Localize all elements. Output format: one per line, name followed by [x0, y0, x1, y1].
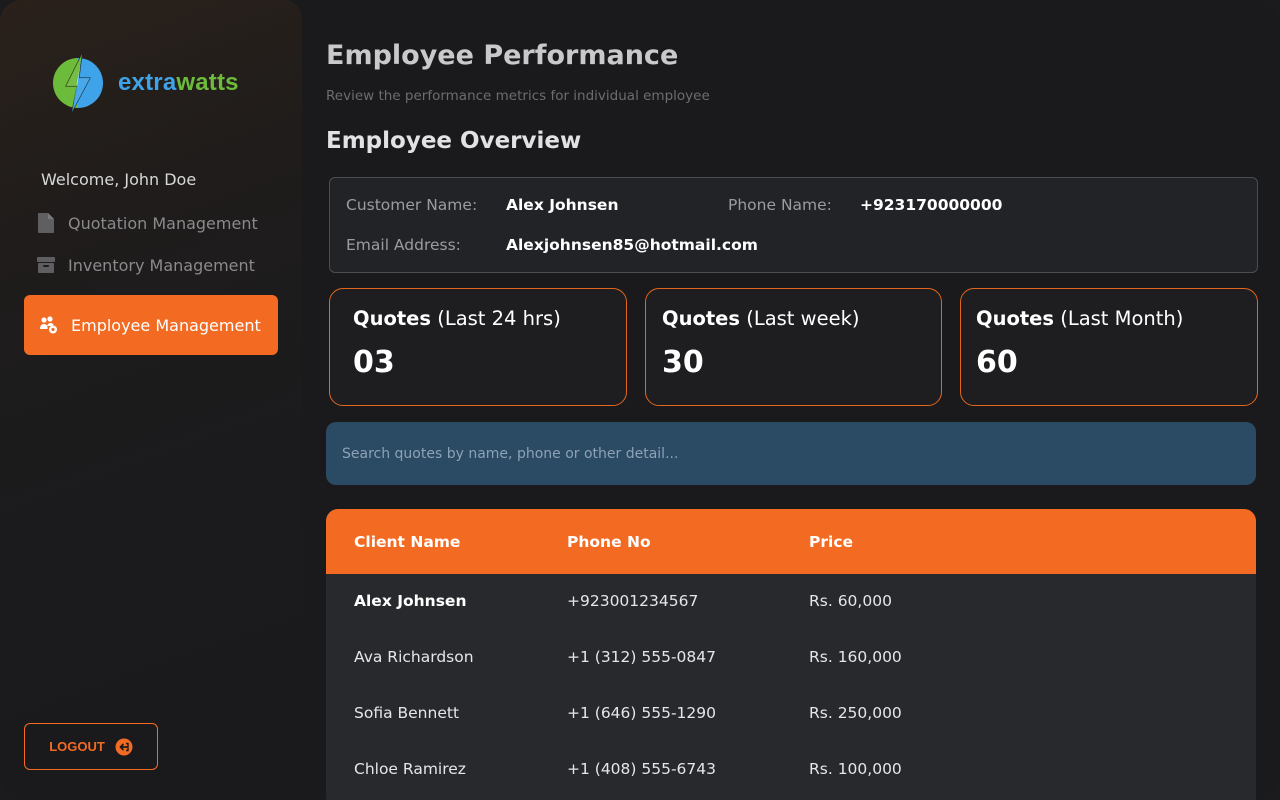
column-header-phone-no[interactable]: Phone No: [567, 533, 651, 551]
stat-value: 30: [662, 345, 704, 380]
stat-label-bold: Quotes: [662, 307, 741, 330]
table-row[interactable]: Chloe Ramirez +1 (408) 555-6743 Rs. 100,…: [326, 760, 1256, 800]
search-input[interactable]: [326, 422, 1256, 485]
column-header-client-name[interactable]: Client Name: [354, 533, 460, 551]
phone-cell: +1 (408) 555-6743: [567, 760, 717, 778]
column-header-price[interactable]: Price: [809, 533, 853, 551]
phone-cell: +1 (312) 555-0847: [567, 648, 717, 666]
client-name-cell: Sofia Bennett: [354, 704, 460, 722]
sidebar-item-label: Employee Management: [71, 315, 261, 335]
brand-name: extrawatts: [118, 69, 239, 97]
stat-label: Quotes (Last week): [662, 307, 860, 330]
sidebar-item-label: Quotation Management: [68, 213, 258, 233]
phone-label: Phone Name:: [728, 196, 832, 214]
table-header: Client Name Phone No Price: [326, 509, 1256, 574]
sidebar: extrawatts Welcome, John Doe Quotation M…: [0, 0, 302, 800]
stat-card-last-month: Quotes (Last Month) 60: [960, 288, 1258, 406]
stat-label: Quotes (Last Month): [976, 307, 1183, 330]
price-cell: Rs. 160,000: [809, 648, 902, 666]
lightning-bolt-icon: [53, 53, 103, 113]
stat-card-last-24-hrs: Quotes (Last 24 hrs) 03: [329, 288, 627, 406]
brand-name-part1: extra: [118, 69, 177, 96]
stat-label: Quotes (Last 24 hrs): [353, 307, 561, 330]
stat-label-period: (Last 24 hrs): [437, 307, 561, 330]
stat-value: 03: [353, 345, 395, 380]
stat-label-bold: Quotes: [353, 307, 432, 330]
customer-name-label: Customer Name:: [346, 196, 478, 214]
stat-card-last-week: Quotes (Last week) 30: [645, 288, 942, 406]
email-value: Alexjohnsen85@hotmail.com: [506, 236, 758, 254]
client-name-cell: Ava Richardson: [354, 648, 474, 666]
price-cell: Rs. 60,000: [809, 592, 892, 610]
page-subtitle: Review the performance metrics for indiv…: [326, 88, 710, 104]
sidebar-item-quotation-management[interactable]: Quotation Management: [36, 212, 258, 234]
client-name-cell: Chloe Ramirez: [354, 760, 466, 778]
page-title: Employee Performance: [326, 40, 679, 71]
stat-label-period: (Last week): [746, 307, 860, 330]
brand-logo[interactable]: extrawatts: [52, 52, 239, 114]
stat-value: 60: [976, 345, 1018, 380]
price-cell: Rs. 100,000: [809, 760, 902, 778]
table-row[interactable]: Alex Johnsen +923001234567 Rs. 60,000: [326, 592, 1256, 648]
phone-value: +923170000000: [860, 196, 1003, 214]
table-row[interactable]: Ava Richardson +1 (312) 555-0847 Rs. 160…: [326, 648, 1256, 704]
price-cell: Rs. 250,000: [809, 704, 902, 722]
email-label: Email Address:: [346, 236, 461, 254]
sidebar-item-inventory-management[interactable]: Inventory Management: [36, 254, 255, 276]
sidebar-item-employee-management[interactable]: Employee Management: [24, 295, 278, 355]
client-name-cell: Alex Johnsen: [354, 592, 467, 610]
section-title: Employee Overview: [326, 128, 582, 154]
logout-icon: [115, 738, 133, 755]
phone-cell: +1 (646) 555-1290: [567, 704, 717, 722]
quotes-table: Client Name Phone No Price Alex Johnsen …: [326, 509, 1256, 800]
table-row[interactable]: Sofia Bennett +1 (646) 555-1290 Rs. 250,…: [326, 704, 1256, 760]
employee-overview-card: Customer Name: Alex Johnsen Phone Name: …: [329, 177, 1258, 273]
stat-label-bold: Quotes: [976, 307, 1055, 330]
document-icon: [36, 212, 56, 234]
archive-box-icon: [36, 254, 56, 276]
brand-name-part2: watts: [176, 69, 239, 96]
stat-label-period: (Last Month): [1060, 307, 1184, 330]
sidebar-item-label: Inventory Management: [68, 255, 255, 275]
welcome-text: Welcome, John Doe: [41, 170, 197, 189]
users-gear-icon: [38, 314, 60, 336]
logout-label: LOGOUT: [49, 739, 105, 754]
phone-cell: +923001234567: [567, 592, 699, 610]
customer-name-value: Alex Johnsen: [506, 196, 619, 214]
logout-button[interactable]: LOGOUT: [24, 723, 158, 770]
app-window: extrawatts Welcome, John Doe Quotation M…: [0, 0, 1280, 800]
